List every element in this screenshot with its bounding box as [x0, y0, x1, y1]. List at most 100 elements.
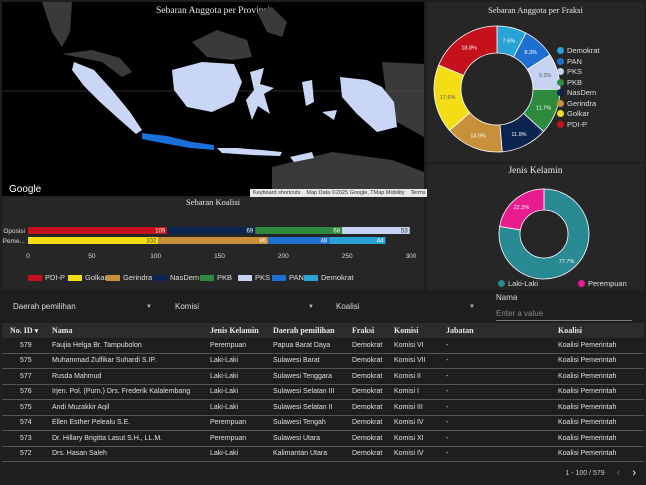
koalisi-filter-dropdown[interactable]: Koalisi ▼: [331, 299, 479, 315]
column-header-koalisi[interactable]: Koalisi: [550, 323, 644, 338]
table-cell-jabatan: -: [438, 415, 550, 431]
table-cell-nama: Andi Muzakkir Aqil: [44, 399, 202, 416]
x-tick-label: 150: [214, 253, 225, 260]
legend-item-pan[interactable]: PAN: [557, 57, 582, 66]
table-cell-koalisi: Koalisi Pemerintah: [550, 430, 644, 447]
slice-label: 22.3%: [514, 205, 530, 211]
table-cell-jenis-kelamin: Laki-Laki: [202, 368, 265, 385]
keyboard-shortcuts-link[interactable]: Keyboard shortcuts: [253, 190, 300, 196]
legend-label: NasDem: [170, 273, 200, 282]
next-page-icon[interactable]: ›: [632, 467, 636, 479]
legend-swatch: [557, 47, 564, 54]
terms-link[interactable]: Terms: [411, 190, 426, 196]
table-cell-nama: Ellen Esther Pelealu S.E.: [44, 415, 202, 431]
legend-item-pan[interactable]: PAN: [272, 273, 304, 282]
bar-pks[interactable]: [342, 227, 410, 234]
column-header-fraksi[interactable]: Fraksi: [344, 323, 386, 338]
chevron-down-icon: ▼: [146, 304, 152, 310]
table-cell-komisi: Komisi I: [386, 384, 438, 400]
table-cell-no-id: 579: [2, 338, 44, 354]
table-cell-komisi: Komisi VI: [386, 338, 438, 354]
bar-value-label: 69: [247, 229, 254, 235]
table-cell-jenis-kelamin: Laki-Laki: [202, 446, 265, 462]
komisi-filter-dropdown[interactable]: Komisi ▼: [170, 299, 318, 315]
legend-item-nasdem[interactable]: NasDem: [153, 273, 199, 282]
daerah-filter-dropdown[interactable]: Daerah pemilihan ▼: [8, 299, 156, 315]
legend-item-gerindra[interactable]: Gerindra: [106, 273, 152, 282]
name-search-input[interactable]: [496, 307, 632, 321]
x-tick-label: 100: [150, 253, 161, 260]
x-tick-label: 200: [278, 253, 289, 260]
bar-pkb[interactable]: [255, 227, 343, 234]
map-panel[interactable]: Sebaran Anggota per Provinsi Google Keyb…: [2, 2, 429, 197]
bar-nasdem[interactable]: [167, 227, 256, 234]
legend-label: PKS: [255, 273, 271, 282]
fraksi-donut-chart[interactable]: 7.6% 8.3% 9.2% 11.7% 11.9% 14.9% 17.6% 18.8%: [432, 24, 562, 154]
column-header-daerah-pemilihan[interactable]: Daerah pemilihan: [265, 323, 344, 338]
legend-label: PAN: [289, 273, 304, 282]
legend-item-pkb[interactable]: PKB: [557, 78, 582, 87]
column-header-komisi[interactable]: Komisi: [386, 323, 438, 338]
legend-item-nasdem[interactable]: NasDem: [557, 88, 596, 97]
legend-item-golkar[interactable]: Golkar: [557, 109, 589, 118]
legend-item-demokrat[interactable]: Demokrat: [557, 46, 600, 55]
table-cell-fraksi: Demokrat: [344, 353, 386, 369]
legend-item-pks[interactable]: PKS: [238, 273, 270, 282]
table-row[interactable]: 573 Dr. Hillary Brigitta Lasut S.H., LL.M…: [2, 430, 644, 447]
koalisi-bar-chart[interactable]: Oposisi Koalisi Peme... 109 69 68 53 102 86 48 44…: [2, 223, 424, 293]
legend-swatch: [28, 274, 42, 281]
legend-swatch: [272, 274, 286, 281]
table-cell-koalisi: Koalisi Pemerintah: [550, 415, 644, 431]
bar-value-label: 44: [377, 239, 384, 245]
name-filter: Nama: [496, 293, 632, 321]
table-cell-koalisi: Koalisi Pemerintah: [550, 446, 644, 462]
legend-label: Demokrat: [321, 273, 354, 282]
legend-item-gerindra[interactable]: Gerindra: [557, 99, 596, 108]
sort-desc-icon: ▾: [34, 327, 39, 335]
table-row[interactable]: 577 Rusda Mahmud Laki-Laki Sulawesi Tenggar…: [2, 368, 644, 385]
gender-donut-chart[interactable]: 77.7% 22.3%: [494, 184, 594, 284]
prev-page-icon[interactable]: ‹: [617, 467, 621, 479]
table-cell-fraksi: Demokrat: [344, 368, 386, 385]
table-row[interactable]: 575 Muhammad Zulfikar Suhardi S.IP. Laki-L…: [2, 353, 644, 369]
table-row[interactable]: 576 Irjen. Pol. (Purn.) Drs. Frederik Kal…: [2, 384, 644, 400]
table-cell-no-id: 574: [2, 415, 44, 431]
legend-item-golkar[interactable]: Golkar: [68, 273, 107, 282]
legend-swatch: [557, 89, 564, 96]
fraksi-chart-title: Sebaran Anggota per Fraksi: [488, 5, 583, 15]
table-cell-koalisi: Koalisi Pemerintah: [550, 353, 644, 369]
table-cell-nama: Irjen. Pol. (Purn.) Drs. Frederik Kalale…: [44, 384, 202, 400]
slice-label: 11.7%: [536, 105, 551, 111]
legend-item-demokrat[interactable]: Demokrat: [304, 273, 354, 282]
legend-swatch: [153, 274, 167, 281]
table-row[interactable]: 572 Drs. Hasan Saleh Laki-Laki Kalimantan U…: [2, 446, 644, 462]
table-cell-jabatan: -: [438, 384, 550, 400]
table-header-row: No. ID ▾ Nama Jenis Kelamin Daerah pemil…: [2, 323, 644, 338]
bar-golkar[interactable]: [28, 237, 159, 244]
indonesia-map[interactable]: [2, 2, 424, 196]
legend-item-pkb[interactable]: PKB: [200, 273, 232, 282]
bar-pdi-p[interactable]: [28, 227, 168, 234]
column-header-nama[interactable]: Nama: [44, 323, 202, 338]
legend-item-pdi-p[interactable]: PDI-P: [28, 273, 65, 282]
slice-label: 77.7%: [559, 259, 575, 265]
table-row[interactable]: 575 Andi Muzakkir Aqil Laki-Laki Sulawesi S…: [2, 399, 644, 416]
table-row[interactable]: 574 Ellen Esther Pelealu S.E. Perempuan Sul…: [2, 415, 644, 431]
legend-item-laki-laki[interactable]: Laki-Laki: [498, 279, 538, 288]
legend-item-pks[interactable]: PKS: [557, 67, 582, 76]
column-header-jenis-kelamin[interactable]: Jenis Kelamin: [202, 323, 265, 338]
pagination: 1 - 100 / 579 ‹ ›: [565, 467, 636, 479]
legend-item-perempuan[interactable]: Perempuan: [578, 279, 627, 288]
table-row[interactable]: 579 Faujia Helga Br. Tampubolon Perempuan P…: [2, 338, 644, 354]
legend-swatch: [578, 280, 585, 287]
legend-label: PDI-P: [45, 273, 66, 282]
table-cell-fraksi: Demokrat: [344, 446, 386, 462]
column-header-no-id[interactable]: No. ID ▾: [2, 323, 44, 338]
legend-swatch: [238, 274, 252, 281]
legend-item-pdi-p[interactable]: PDI-P: [557, 120, 587, 129]
column-header-jabatan[interactable]: Jabatan: [438, 323, 550, 338]
table-cell-jabatan: -: [438, 446, 550, 462]
map-attribution: Keyboard shortcuts Map Data ©2025 Google…: [250, 189, 429, 197]
category-label: Koalisi Peme...: [2, 238, 25, 245]
bar-gerindra[interactable]: [158, 237, 269, 244]
